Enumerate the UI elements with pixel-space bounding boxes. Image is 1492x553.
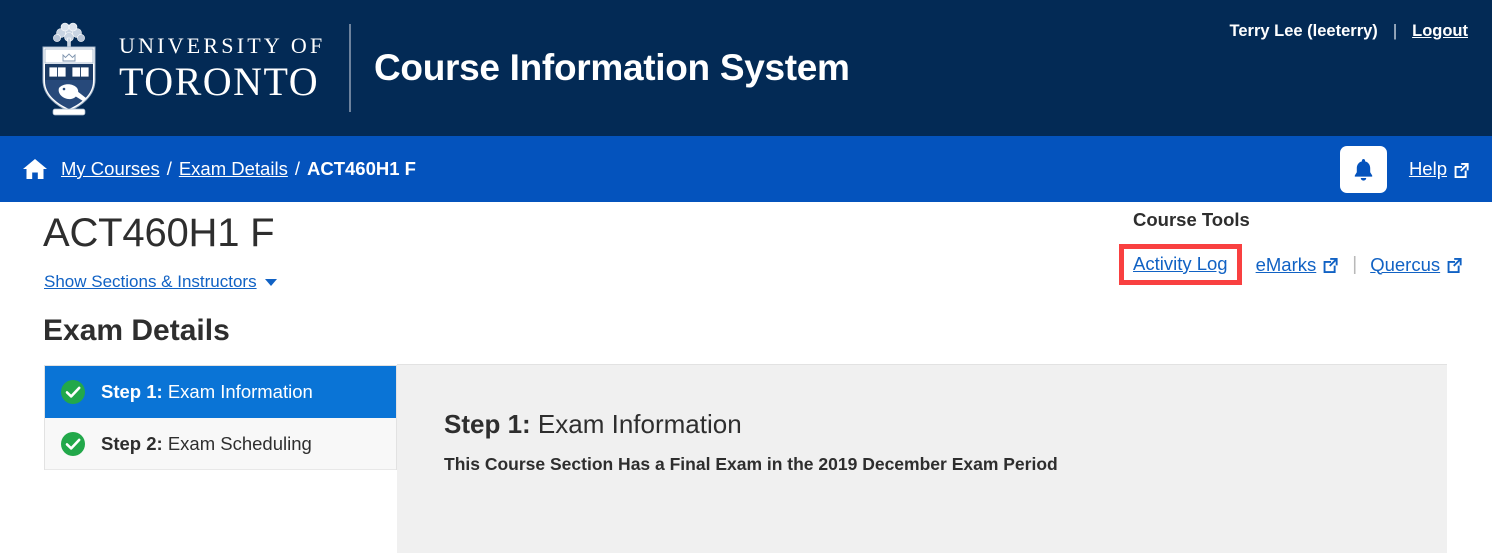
breadcrumb-item-exam-details[interactable]: Exam Details xyxy=(179,158,288,180)
page-title: ACT460H1 F xyxy=(43,211,275,255)
exam-step-panel: Step 1: Exam Information This Course Sec… xyxy=(397,364,1447,553)
activity-log-highlight: Activity Log xyxy=(1119,244,1242,285)
step-item-1[interactable]: Step 1: Exam Information xyxy=(45,366,396,418)
check-circle-icon xyxy=(61,379,85,404)
external-link-icon xyxy=(1454,162,1469,178)
exam-details-heading: Exam Details xyxy=(43,314,230,347)
step-item-2-number: Step 2: xyxy=(101,432,163,454)
step-item-2-name: Exam Scheduling xyxy=(167,432,312,454)
home-icon[interactable] xyxy=(22,157,48,181)
course-tool-emarks[interactable]: eMarks xyxy=(1256,254,1340,276)
show-sections-instructors-toggle[interactable]: Show Sections & Instructors xyxy=(44,272,277,292)
breadcrumb-separator-1: / xyxy=(166,158,172,179)
course-tool-activity-log[interactable]: Activity Log xyxy=(1133,253,1228,275)
step-item-2[interactable]: Step 2: Exam Scheduling xyxy=(45,418,396,470)
step-item-1-label: Step 1: Exam Information xyxy=(101,381,313,403)
course-tools: Course Tools Activity Log eMarks | Querc… xyxy=(1119,209,1464,285)
breadcrumb-bar: My Courses / Exam Details / ACT460H1 F H… xyxy=(0,136,1492,202)
breadcrumb-item-my-courses[interactable]: My Courses xyxy=(61,158,160,180)
course-tools-list: Activity Log eMarks | Quercus xyxy=(1119,244,1464,285)
bell-icon xyxy=(1354,158,1373,181)
uoft-crest-icon xyxy=(42,22,96,116)
logout-link[interactable]: Logout xyxy=(1412,22,1468,41)
check-circle-icon xyxy=(61,431,85,456)
show-sections-label: Show Sections & Instructors xyxy=(44,272,257,291)
university-wordmark: UNIVERSITY OF TORONTO xyxy=(119,32,326,104)
help-label: Help xyxy=(1408,158,1447,179)
wordmark-line-1: UNIVERSITY OF xyxy=(119,32,326,58)
breadcrumb: My Courses / Exam Details / ACT460H1 F xyxy=(0,157,416,181)
user-separator: | xyxy=(1392,22,1398,40)
external-link-icon xyxy=(1447,258,1462,273)
notifications-button[interactable] xyxy=(1339,145,1387,193)
university-logo[interactable]: UNIVERSITY OF TORONTO xyxy=(0,0,349,136)
top-header: UNIVERSITY OF TORONTO Course Information… xyxy=(0,0,1492,136)
panel-title: Step 1: Exam Information xyxy=(444,409,742,440)
step-item-1-name: Exam Information xyxy=(167,380,313,402)
external-link-icon xyxy=(1323,258,1338,273)
app-title: Course Information System xyxy=(374,47,850,88)
chevron-down-icon xyxy=(264,278,277,286)
help-link[interactable]: Help xyxy=(1409,158,1470,180)
course-tools-remaining: eMarks | Quercus xyxy=(1256,254,1464,276)
course-tool-quercus-label: Quercus xyxy=(1370,253,1441,275)
breadcrumb-item-current: ACT460H1 F xyxy=(306,158,416,179)
wordmark-line-2: TORONTO xyxy=(119,58,320,104)
step-item-1-number: Step 1: xyxy=(101,380,163,402)
step-item-2-label: Step 2: Exam Scheduling xyxy=(101,433,312,455)
user-name: Terry Lee (leeterry) xyxy=(1229,22,1378,40)
course-tools-separator: | xyxy=(1352,253,1358,275)
course-tool-emarks-label: eMarks xyxy=(1255,253,1317,275)
header-divider xyxy=(349,24,351,112)
main-content: ACT460H1 F Show Sections & Instructors C… xyxy=(0,202,1492,553)
course-tools-heading: Course Tools xyxy=(1133,209,1250,230)
course-tool-quercus[interactable]: Quercus xyxy=(1370,254,1463,276)
breadcrumb-separator-2: / xyxy=(294,158,300,179)
breadcrumb-actions: Help xyxy=(1339,145,1470,193)
panel-description: This Course Section Has a Final Exam in … xyxy=(444,454,1058,474)
exam-steps-list: Step 1: Exam Information Step 2: Exam Sc… xyxy=(44,365,397,470)
panel-step-name: Exam Information xyxy=(537,409,742,439)
user-area: Terry Lee (leeterry) | Logout xyxy=(1230,22,1468,41)
panel-step-number: Step 1: xyxy=(444,409,531,439)
